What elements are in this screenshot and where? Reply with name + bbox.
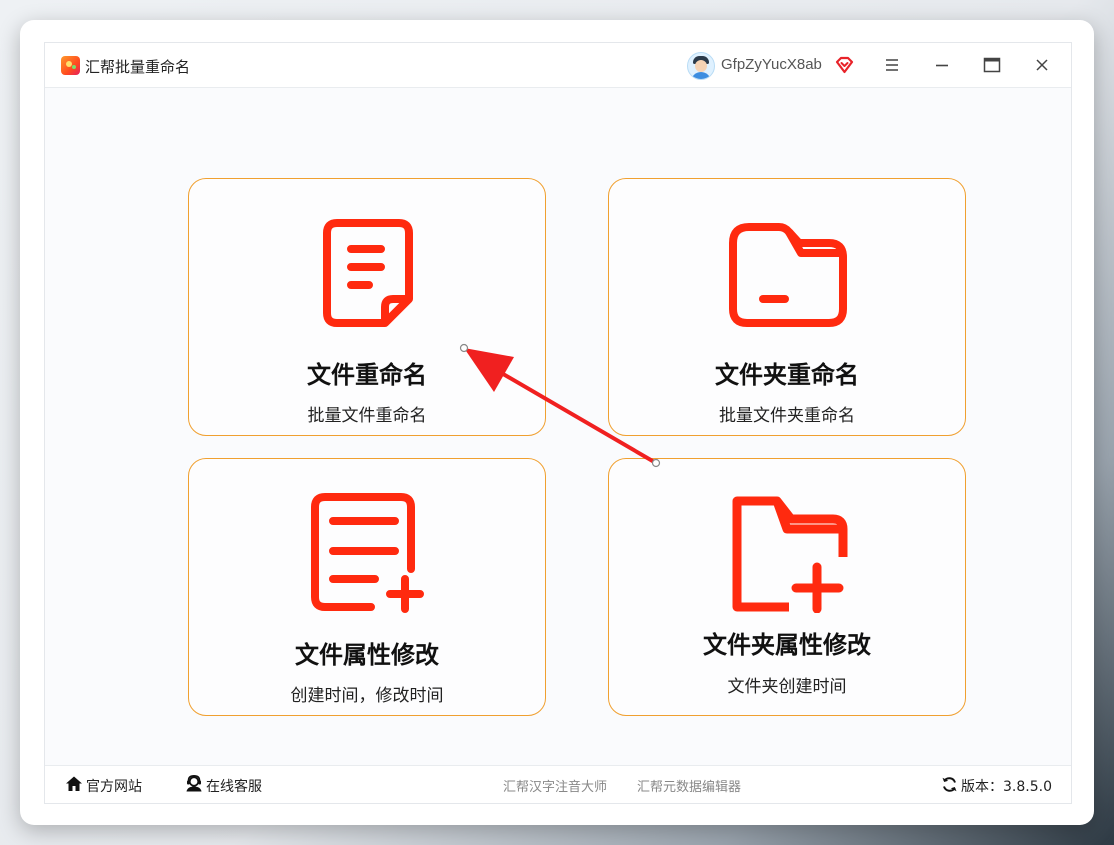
minimize-button[interactable] [929, 53, 955, 77]
card-title: 文件夹重命名 [715, 361, 859, 389]
app-window: 汇帮批量重命名 GfpZyYucX8ab 文件重命名 批量文件重命名 文件夹重命… [44, 42, 1072, 804]
app-logo-icon [61, 56, 80, 75]
close-icon [1036, 59, 1048, 71]
card-subtitle: 创建时间，修改时间 [290, 686, 444, 706]
customer-service-icon [186, 775, 202, 792]
vip-diamond-icon[interactable] [835, 56, 854, 74]
folder-add-icon [732, 496, 848, 613]
card-title: 文件重命名 [307, 361, 427, 389]
version-label: 版本：3.8.5.0 [961, 779, 1052, 795]
card-subtitle: 文件夹创建时间 [727, 677, 847, 697]
card-file-rename[interactable]: 文件重命名 批量文件重命名 [188, 178, 546, 436]
maximize-button[interactable] [979, 53, 1005, 77]
card-folder-rename[interactable]: 文件夹重命名 批量文件夹重命名 [608, 178, 966, 436]
footer: 官方网站 在线客服 汇帮汉字注音大师 汇帮元数据编辑器 版本：3.8.5.0 [45, 765, 1071, 803]
folder-icon [729, 223, 847, 327]
refresh-icon [942, 777, 957, 792]
document-add-icon [311, 493, 424, 613]
official-site-label: 官方网站 [86, 779, 142, 795]
card-title: 文件夹属性修改 [703, 631, 871, 659]
card-folder-attributes[interactable]: 文件夹属性修改 文件夹创建时间 [608, 458, 966, 716]
card-subtitle: 批量文件夹重命名 [719, 406, 855, 426]
maximize-icon [983, 57, 1001, 73]
user-avatar[interactable] [687, 52, 715, 80]
card-title: 文件属性修改 [295, 641, 439, 669]
home-icon [66, 776, 82, 791]
minimize-icon [936, 64, 948, 67]
title-bar: 汇帮批量重命名 GfpZyYucX8ab [45, 43, 1071, 88]
outer-card: 汇帮批量重命名 GfpZyYucX8ab 文件重命名 批量文件重命名 文件夹重命… [20, 20, 1094, 825]
card-file-attributes[interactable]: 文件属性修改 创建时间，修改时间 [188, 458, 546, 716]
app-title: 汇帮批量重命名 [85, 58, 191, 76]
menu-button[interactable] [879, 53, 905, 77]
document-icon [323, 219, 413, 327]
hamburger-menu-icon [886, 59, 898, 71]
username[interactable]: GfpZyYucX8ab [721, 56, 822, 73]
close-button[interactable] [1029, 53, 1055, 77]
card-subtitle: 批量文件重命名 [307, 406, 427, 426]
promo-link-metadata[interactable]: 汇帮元数据编辑器 [637, 776, 741, 795]
promo-link-pinyin[interactable]: 汇帮汉字注音大师 [503, 776, 607, 795]
online-service-label: 在线客服 [206, 779, 262, 795]
